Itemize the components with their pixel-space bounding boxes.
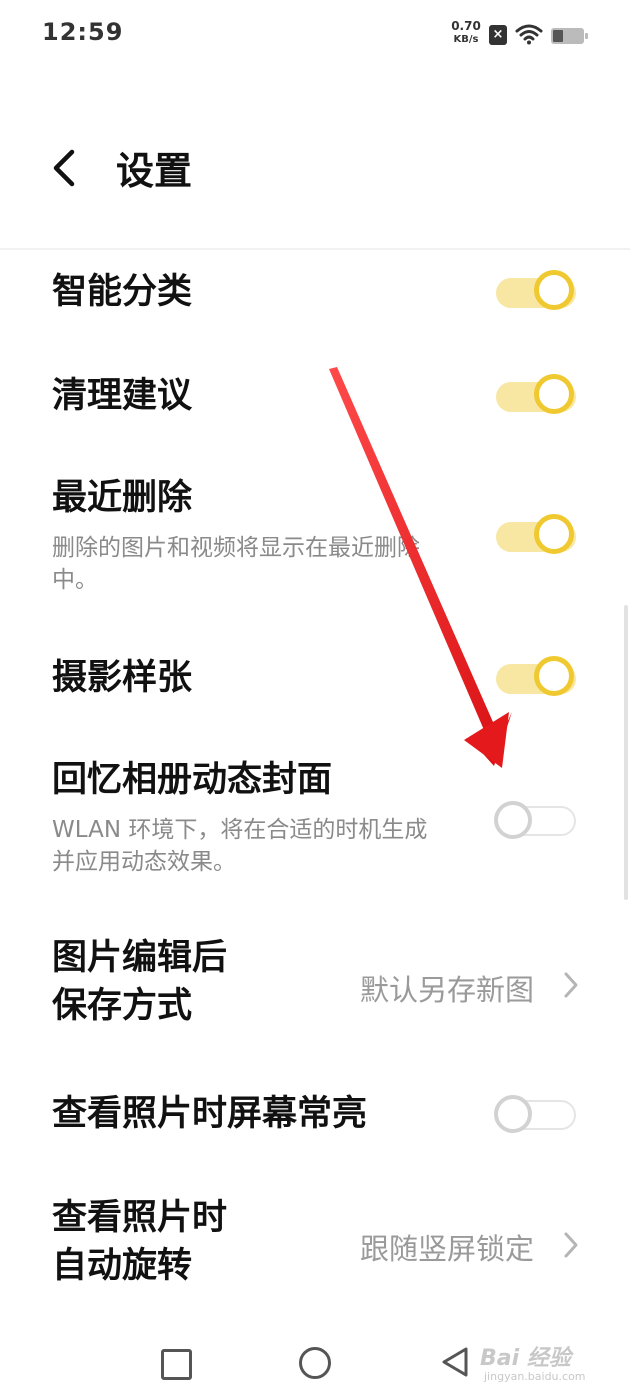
setting-row-auto-rotate[interactable]: 查看照片时 自动旋转 跟随竖屏锁定 [0, 1194, 630, 1304]
setting-row-screen-always-on[interactable]: 查看照片时屏幕常亮 [0, 1082, 630, 1144]
setting-title-line1: 图片编辑后 [52, 938, 228, 978]
setting-row-photo-samples[interactable]: 摄影样张 [0, 648, 630, 710]
watermark: Bai 经验 jingyan.baidu.com [480, 1328, 600, 1388]
setting-value: 跟随竖屏锁定 [359, 1232, 534, 1266]
scroll-indicator[interactable] [624, 605, 628, 900]
square-icon[interactable] [161, 1349, 192, 1380]
screen-always-on-toggle[interactable] [494, 1092, 578, 1136]
photo-samples-toggle[interactable] [494, 656, 578, 700]
chevron-right-icon [564, 972, 578, 998]
setting-title: 摄影样张 [52, 658, 193, 698]
setting-title: 清理建议 [52, 376, 193, 416]
setting-title-line2: 保存方式 [52, 986, 193, 1026]
setting-title-line1: 查看照片时 [52, 1198, 228, 1238]
cleanup-suggestion-toggle[interactable] [494, 374, 578, 418]
setting-row-memory-dynamic-cover[interactable]: 回忆相册动态封面 WLAN 环境下，将在合适的时机生成并应用动态效果。 [0, 752, 630, 882]
chevron-right-icon [564, 1232, 578, 1258]
network-speed-unit: KB/s [453, 34, 479, 45]
setting-row-smart-classify[interactable]: 智能分类 [0, 262, 630, 324]
chevron-left-icon[interactable] [48, 148, 78, 188]
battery-icon [551, 28, 588, 44]
network-speed-value: 0.70 [451, 19, 481, 33]
recently-deleted-toggle[interactable] [494, 514, 578, 558]
status-bar: 12:59 0.70 KB/s × [0, 0, 630, 70]
sim-no-service-icon: × [489, 25, 507, 45]
setting-title-line2: 自动旋转 [52, 1246, 193, 1286]
setting-subtitle: 删除的图片和视频将显示在最近删除中。 [52, 535, 420, 593]
setting-row-cleanup-suggestion[interactable]: 清理建议 [0, 366, 630, 428]
setting-title: 最近删除 [52, 478, 193, 518]
header-divider [0, 248, 630, 250]
memory-dynamic-cover-toggle[interactable] [494, 798, 578, 842]
status-time: 12:59 [42, 18, 124, 46]
smart-classify-toggle[interactable] [494, 270, 578, 314]
setting-value: 默认另存新图 [359, 973, 534, 1007]
setting-row-save-after-edit[interactable]: 图片编辑后 保存方式 默认另存新图 [0, 932, 630, 1042]
triangle-back-icon[interactable] [440, 1346, 470, 1378]
app-header: 设置 [0, 110, 630, 220]
network-speed: 0.70 KB/s [448, 20, 484, 46]
watermark-main: Bai 经验 [480, 1346, 571, 1371]
setting-title: 智能分类 [52, 272, 193, 312]
setting-subtitle: WLAN 环境下，将在合适的时机生成并应用动态效果。 [52, 817, 428, 875]
circle-icon[interactable] [299, 1347, 331, 1379]
wifi-icon [515, 24, 543, 45]
watermark-sub: jingyan.baidu.com [484, 1370, 586, 1383]
page-title: 设置 [116, 149, 193, 193]
setting-title: 查看照片时屏幕常亮 [52, 1094, 368, 1134]
setting-row-recently-deleted[interactable]: 最近删除 删除的图片和视频将显示在最近删除中。 [0, 470, 630, 600]
setting-title: 回忆相册动态封面 [52, 760, 333, 800]
